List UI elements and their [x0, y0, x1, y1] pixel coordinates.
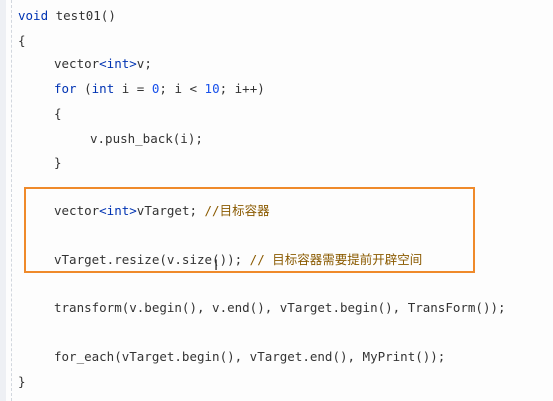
text-cursor-icon: I — [214, 258, 219, 274]
code-token: test01() — [48, 8, 116, 23]
code-line[interactable]: { — [54, 105, 62, 123]
code-editor[interactable]: void test01() { vector<int>v; for (int i = … — [0, 0, 553, 401]
code-line[interactable]: for (int i = 0; i < 10; i++) — [54, 80, 265, 98]
code-line[interactable]: v.push_back(i); — [90, 130, 203, 148]
code-token: i = — [114, 81, 152, 96]
code-token: } — [54, 155, 62, 170]
code-token: for — [54, 81, 77, 96]
code-token: { — [18, 33, 26, 48]
editor-gutter — [0, 0, 6, 401]
code-line[interactable]: for_each(vTarget.begin(), vTarget.end(),… — [54, 348, 445, 366]
code-line[interactable]: vector<int>v; — [54, 55, 152, 73]
code-token: <int> — [99, 56, 137, 71]
highlight-annotation-box — [24, 187, 475, 273]
code-token: v; — [136, 56, 152, 71]
code-line[interactable]: } — [18, 373, 26, 391]
code-token: transform(v.begin(), v.end(), vTarget.be… — [54, 300, 506, 315]
code-token: vector — [54, 56, 100, 71]
code-token: ; i++) — [219, 81, 265, 96]
code-token: void — [18, 8, 49, 23]
code-token: int — [91, 81, 115, 96]
code-line[interactable]: transform(v.begin(), v.end(), vTarget.be… — [54, 299, 506, 317]
code-line[interactable]: { — [18, 32, 26, 50]
code-token: v.push_back(i); — [90, 131, 203, 146]
code-line[interactable]: } — [54, 154, 62, 172]
code-token: ; i < — [159, 81, 205, 96]
code-token: for_each(vTarget.begin(), vTarget.end(),… — [54, 349, 446, 364]
code-line[interactable]: void test01() — [18, 7, 116, 25]
code-token: ( — [76, 81, 92, 96]
code-token: 10 — [204, 81, 220, 96]
code-token: } — [18, 374, 26, 389]
code-token: { — [54, 106, 62, 121]
indent-guide — [11, 0, 12, 401]
